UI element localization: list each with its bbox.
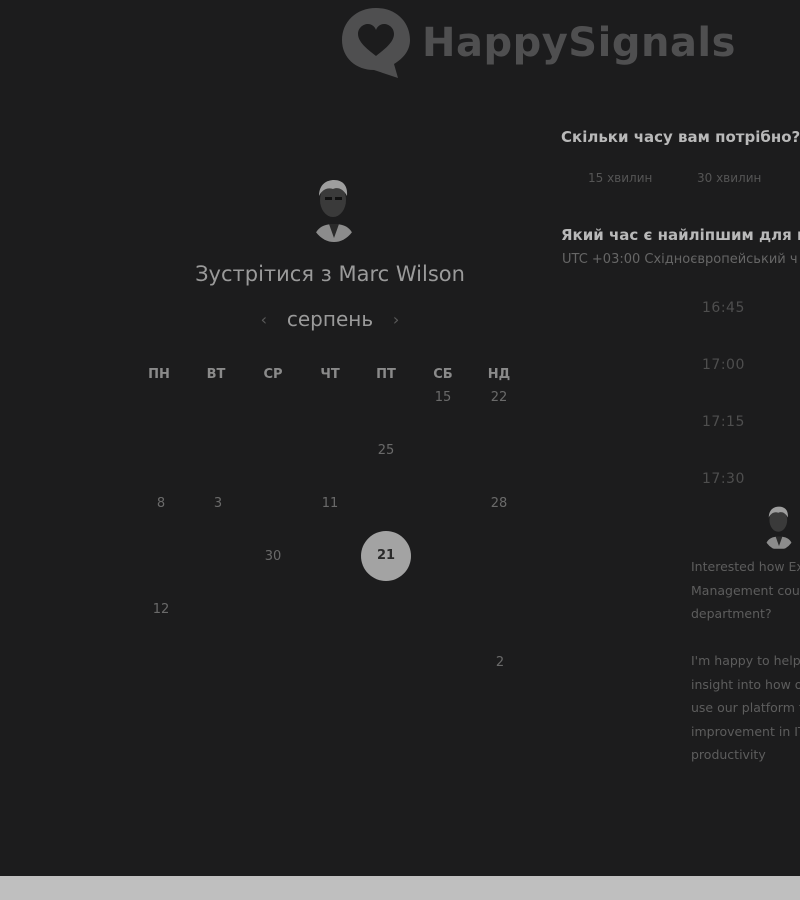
heart-chat-icon [340,6,412,80]
time-slot[interactable]: 16:45 [702,300,745,316]
description-line: improvement in IT [691,723,800,739]
calendar-day[interactable]: 12 [141,602,181,617]
event-description: Interested how Ex Management cou departm… [691,555,800,790]
chevron-right-icon[interactable]: › [387,310,405,329]
weekday-sun: НД [487,367,511,382]
calendar-day[interactable]: 25 [366,443,406,458]
chevron-left-icon[interactable]: ‹ [255,310,273,329]
description-line: use our platform t [691,700,800,715]
calendar-day[interactable]: 28 [479,496,519,511]
time-question: Який час є найліпшим для вас [561,226,800,244]
description-line: Management cou [691,582,800,598]
duration-question: Скільки часу вам потрібно? [561,128,800,146]
time-slot[interactable]: 17:30 [702,471,745,487]
happysignals-logo[interactable]: HappySignals [340,6,736,80]
weekday-mon: ПН [148,367,170,382]
time-slot[interactable]: 17:15 [702,414,745,430]
brand-name: HappySignals [422,20,736,66]
calendar-day[interactable]: 11 [310,496,350,511]
timezone-label[interactable]: UTC +03:00 Східноєвропейський ч [562,252,798,267]
weekday-sat: СБ [433,367,453,382]
description-line: insight into how o [691,676,800,692]
description-line: I'm happy to help [691,653,800,668]
weekday-tue: ВТ [206,367,226,382]
calendar-day[interactable]: 2 [480,655,520,670]
calendar-day-selected[interactable]: 21 [361,531,411,581]
description-line: productivity [691,747,766,762]
description-line: department? [691,606,772,621]
description-line: Interested how Ex [691,559,800,574]
month-label: серпень [286,307,374,331]
calendar-day[interactable]: 15 [423,390,463,405]
weekday-thu: ЧТ [320,367,340,382]
footer-bar [0,876,800,900]
duration-option-15[interactable]: 15 хвилин [588,171,652,185]
calendar-day[interactable]: 3 [198,496,238,511]
weekday-fri: ПТ [376,367,396,382]
month-navigation: ‹ серпень › [240,307,420,331]
calendar-day[interactable]: 30 [253,549,293,564]
calendar-day[interactable]: 8 [141,496,181,511]
host-avatar-small [762,504,796,550]
duration-option-30[interactable]: 30 хвилин [697,171,761,185]
time-slot[interactable]: 17:00 [702,357,745,373]
page-title: Зустрітися з Marc Wilson [195,262,465,286]
weekday-wed: СР [263,367,283,382]
host-avatar [309,178,359,242]
calendar-day[interactable]: 22 [479,390,519,405]
